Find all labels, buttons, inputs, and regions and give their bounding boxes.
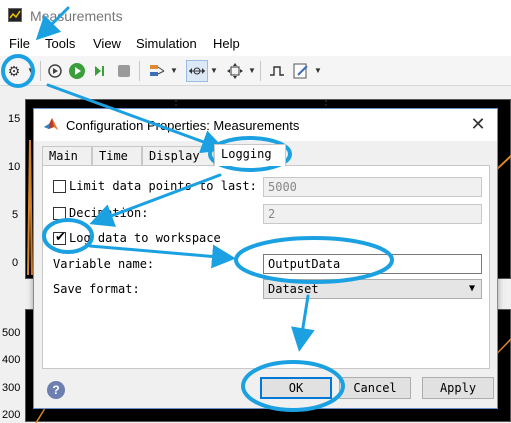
step-forward-icon[interactable] [89,60,111,82]
toolbar: ⚙ ▼ ▼ ▼ ▼ ▼ [0,56,511,86]
cancel-button[interactable]: Cancel [339,377,411,399]
window-titlebar: Measurements [0,0,511,32]
limit-points-label: Limit data points to last: [69,179,257,193]
gear-icon[interactable]: ⚙ [3,60,25,82]
menu-file[interactable]: File [9,36,30,51]
ok-button[interactable]: OK [260,377,332,399]
save-format-value: Dataset [268,282,319,296]
help-icon[interactable]: ? [47,381,65,399]
top-ytick: 5 [12,209,19,221]
chevron-down-icon: ▼ [468,283,475,294]
window-title: Measurements [30,8,123,24]
close-icon[interactable]: ✕ [467,114,489,135]
restore-icon[interactable] [44,60,66,82]
bottom-ytick: 400 [2,354,21,366]
dialog-title: Configuration Properties: Measurements [66,118,300,133]
variable-name-input[interactable]: OutputData [263,254,482,274]
menu-tools[interactable]: Tools [45,36,75,51]
edit-dropdown-icon[interactable]: ▼ [314,66,322,75]
limit-points-checkbox[interactable] [53,180,66,193]
stop-icon[interactable] [113,60,135,82]
top-ytick: 15 [8,113,21,125]
check-mark-icon: ✔ [55,229,66,244]
top-ytick: 10 [8,161,21,173]
tab-display[interactable]: Display [142,146,214,165]
menu-help[interactable]: Help [213,36,240,51]
menu-bar: File Tools View Simulation Help [0,32,511,56]
apply-button[interactable]: Apply [422,377,494,399]
scope-app-icon [8,8,22,22]
decimation-label: Decimation: [69,206,149,220]
decimation-checkbox[interactable] [53,207,66,220]
log-to-workspace-checkbox[interactable]: ✔ [53,229,66,245]
menu-view[interactable]: View [93,36,121,51]
highlight-dropdown-icon[interactable]: ▼ [170,66,178,75]
bottom-ytick: 300 [2,382,21,394]
menu-simulation[interactable]: Simulation [136,36,197,51]
save-format-select[interactable]: Dataset ▼ [263,279,482,299]
fit-icon[interactable] [224,60,246,82]
highlight-icon[interactable] [146,60,168,82]
dialog-titlebar: Configuration Properties: Measurements ✕ [34,109,497,141]
fit-dropdown-icon[interactable]: ▼ [248,66,256,75]
logging-panel: Limit data points to last: 5000 Decimati… [42,165,490,369]
variable-name-label: Variable name: [53,257,155,271]
bottom-ytick: 200 [2,409,21,421]
gear-dropdown-icon[interactable]: ▼ [27,66,35,75]
triggers-icon[interactable] [266,60,288,82]
matlab-logo-icon [44,118,58,130]
tab-logging[interactable]: Logging [214,144,286,166]
toolbar-separator [139,61,140,81]
configuration-properties-dialog: Configuration Properties: Measurements ✕… [33,108,498,409]
tab-time[interactable]: Time [92,146,142,165]
zoom-dropdown-icon[interactable]: ▼ [210,66,218,75]
edit-icon[interactable] [290,60,312,82]
limit-points-field[interactable]: 5000 [263,177,482,197]
toolbar-separator [40,61,41,81]
bottom-ytick: 500 [2,327,21,339]
log-to-workspace-label: Log data to workspace [69,231,221,245]
toolbar-separator [260,61,261,81]
run-icon[interactable] [66,60,88,82]
zoom-x-icon[interactable] [186,60,208,82]
tab-main[interactable]: Main [42,146,92,165]
save-format-label: Save format: [53,282,140,296]
decimation-field[interactable]: 2 [263,204,482,224]
top-ytick: 0 [12,257,19,269]
